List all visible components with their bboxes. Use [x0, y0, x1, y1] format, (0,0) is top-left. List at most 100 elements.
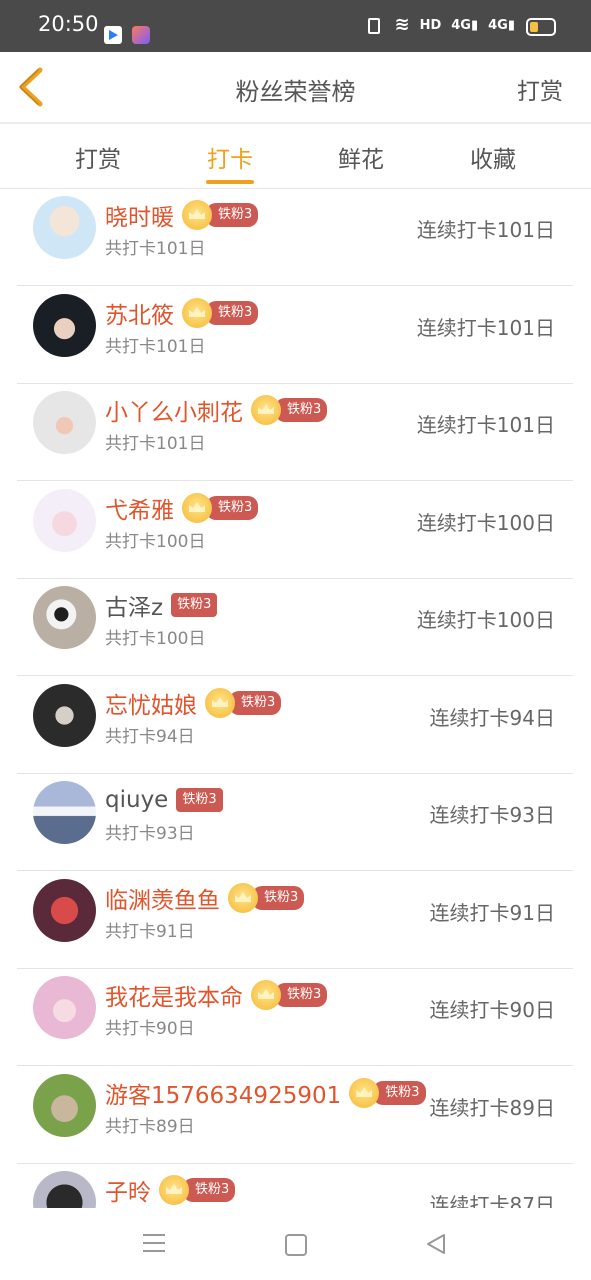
- total-checkin-text: 共打卡90日: [105, 1019, 195, 1039]
- streak-text: 连续打卡94日: [429, 706, 555, 730]
- name-line: 古泽z 铁粉3: [105, 588, 218, 622]
- total-checkin-text: 共打卡91日: [105, 922, 195, 942]
- fan-row[interactable]: 我花是我本命 铁粉3 共打卡90日 连续打卡90日: [17, 968, 573, 1066]
- fan-name[interactable]: 小丫么小刺花: [105, 393, 243, 427]
- fan-name[interactable]: 临渊羡鱼鱼: [105, 881, 220, 915]
- fan-level-badge: 铁粉3: [183, 1178, 236, 1202]
- fan-level-badge: 铁粉3: [206, 301, 259, 325]
- avatar[interactable]: [33, 684, 96, 747]
- back-nav-button[interactable]: [424, 1232, 448, 1256]
- fan-row[interactable]: 小丫么小刺花 铁粉3 共打卡101日 连续打卡101日: [17, 383, 573, 481]
- fan-row[interactable]: 游客1576634925901 铁粉3 共打卡89日 连续打卡89日: [17, 1066, 573, 1164]
- active-tab-indicator: [206, 180, 254, 184]
- fan-level-badge: 铁粉3: [229, 691, 282, 715]
- status-time: 20:50: [38, 12, 99, 36]
- name-line: 游客1576634925901 铁粉3: [105, 1077, 426, 1109]
- fan-list[interactable]: 晓时暖 铁粉3 共打卡101日 连续打卡101日 苏北筱 铁粉3 共打卡101日 连续打卡10…: [0, 188, 591, 1208]
- fan-name[interactable]: 我花是我本命: [105, 978, 243, 1012]
- name-line: qiuye 铁粉3: [105, 784, 223, 816]
- crown-icon: [182, 298, 212, 328]
- avatar[interactable]: [33, 879, 96, 942]
- tab-reward[interactable]: 打赏: [58, 140, 138, 174]
- vibrate-icon: [362, 17, 384, 34]
- fan-row[interactable]: 古泽z 铁粉3 共打卡100日 连续打卡100日: [17, 578, 573, 676]
- streak-text: 连续打卡93日: [429, 803, 555, 827]
- fan-row[interactable]: 子昤 铁粉3 连续打卡87日: [17, 1163, 573, 1208]
- total-checkin-text: 共打卡101日: [105, 434, 206, 454]
- avatar[interactable]: [33, 586, 96, 649]
- avatar[interactable]: [33, 391, 96, 454]
- tab-favorites[interactable]: 收藏: [453, 140, 533, 174]
- total-checkin-text: 共打卡101日: [105, 239, 206, 259]
- video-app-icon: [104, 26, 122, 44]
- total-checkin-text: 共打卡101日: [105, 337, 206, 357]
- total-checkin-text: 共打卡100日: [105, 532, 206, 552]
- fan-name[interactable]: 子昤: [105, 1173, 151, 1207]
- name-line: 忘忧姑娘 铁粉3: [105, 686, 282, 720]
- home-nav-button[interactable]: [285, 1234, 307, 1256]
- system-nav-bar: [0, 1208, 591, 1280]
- streak-text: 连续打卡100日: [416, 511, 555, 535]
- battery-icon: [526, 18, 556, 36]
- fan-name[interactable]: 游客1576634925901: [105, 1076, 341, 1110]
- fan-row[interactable]: 临渊羡鱼鱼 铁粉3 共打卡91日 连续打卡91日: [17, 871, 573, 969]
- avatar[interactable]: [33, 781, 96, 844]
- fan-row[interactable]: 弋希雅 铁粉3 共打卡100日 连续打卡100日: [17, 481, 573, 579]
- wifi-icon: ≋: [394, 14, 410, 35]
- crown-icon: [182, 493, 212, 523]
- fan-level-badge: 铁粉3: [171, 593, 218, 617]
- fan-level-badge: 铁粉3: [252, 886, 305, 910]
- streak-text: 连续打卡91日: [429, 901, 555, 925]
- streak-text: 连续打卡89日: [429, 1096, 555, 1120]
- avatar[interactable]: [33, 489, 96, 552]
- status-bar: 20:50 ≋ HD 4G▮ 4G▮: [0, 0, 591, 52]
- tab-bar: 打赏 打卡 鲜花 收藏: [0, 124, 591, 189]
- avatar[interactable]: [33, 1074, 96, 1137]
- fan-name[interactable]: 晓时暖: [105, 198, 174, 232]
- menu-nav-button[interactable]: [143, 1234, 165, 1252]
- total-checkin-text: 共打卡94日: [105, 727, 195, 747]
- reward-button[interactable]: 打赏: [517, 72, 563, 106]
- fan-row[interactable]: 忘忧姑娘 铁粉3 共打卡94日 连续打卡94日: [17, 676, 573, 774]
- avatar[interactable]: [33, 1171, 96, 1208]
- fan-row[interactable]: 晓时暖 铁粉3 共打卡101日 连续打卡101日: [17, 188, 573, 286]
- streak-text: 连续打卡100日: [416, 608, 555, 632]
- fan-name[interactable]: qiuye: [105, 787, 168, 813]
- total-checkin-text: 共打卡89日: [105, 1117, 195, 1137]
- streak-text: 连续打卡87日: [429, 1193, 555, 1208]
- crown-icon: [251, 395, 281, 425]
- total-checkin-text: 共打卡100日: [105, 629, 206, 649]
- crown-icon: [251, 980, 281, 1010]
- tab-flowers[interactable]: 鲜花: [321, 140, 401, 174]
- fan-name[interactable]: 苏北筱: [105, 296, 174, 330]
- hd-label: HD: [419, 17, 442, 33]
- name-line: 弋希雅 铁粉3: [105, 491, 259, 525]
- tab-checkin[interactable]: 打卡: [190, 140, 270, 174]
- page-title: 粉丝荣誉榜: [235, 78, 356, 106]
- streak-text: 连续打卡101日: [416, 218, 555, 242]
- name-line: 晓时暖 铁粉3: [105, 198, 259, 232]
- crown-icon: [182, 200, 212, 230]
- avatar[interactable]: [33, 294, 96, 357]
- streak-text: 连续打卡90日: [429, 998, 555, 1022]
- name-line: 小丫么小刺花 铁粉3: [105, 393, 328, 427]
- avatar[interactable]: [33, 196, 96, 259]
- fan-row[interactable]: qiuye 铁粉3 共打卡93日 连续打卡93日: [17, 773, 573, 871]
- streak-text: 连续打卡101日: [416, 316, 555, 340]
- avatar[interactable]: [33, 976, 96, 1039]
- crown-icon: [205, 688, 235, 718]
- fan-name[interactable]: 古泽z: [105, 588, 163, 622]
- fan-level-badge: 铁粉3: [206, 496, 259, 520]
- fan-name[interactable]: 弋希雅: [105, 491, 174, 525]
- streak-text: 连续打卡101日: [416, 413, 555, 437]
- name-line: 子昤 铁粉3: [105, 1173, 236, 1207]
- fan-level-badge: 铁粉3: [373, 1081, 426, 1105]
- fan-row[interactable]: 苏北筱 铁粉3 共打卡101日 连续打卡101日: [17, 286, 573, 384]
- fan-level-badge: 铁粉3: [275, 983, 328, 1007]
- fan-level-badge: 铁粉3: [275, 398, 328, 422]
- header-bar: 粉丝荣誉榜 打赏: [0, 52, 591, 124]
- fan-name[interactable]: 忘忧姑娘: [105, 686, 197, 720]
- crown-icon: [159, 1175, 189, 1205]
- name-line: 临渊羡鱼鱼 铁粉3: [105, 881, 305, 915]
- crown-icon: [228, 883, 258, 913]
